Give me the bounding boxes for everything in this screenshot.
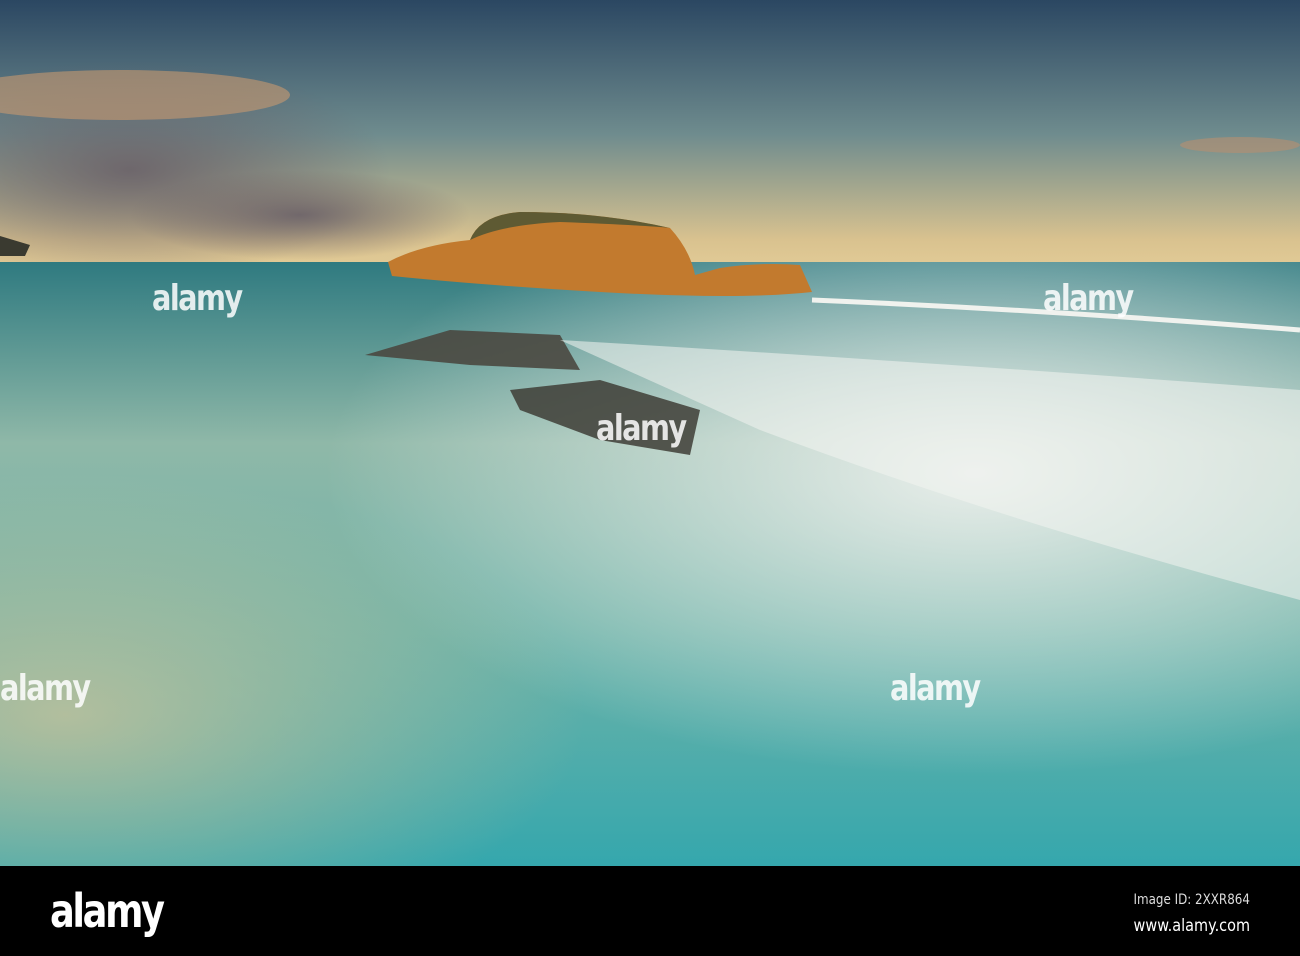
brand-logo: alamy [50,884,165,938]
cloud [130,170,470,260]
watermark: alamy [596,408,687,449]
watermark: alamy [0,668,91,709]
watermark: alamy [1043,278,1134,319]
cloud [1180,137,1300,153]
image-id: Image ID: 2XXR864 [1133,892,1250,908]
watermark: alamy [152,278,243,319]
watermark: alamy [890,668,981,709]
site-url: www.alamy.com [1133,916,1250,936]
footer-bar: alamy Image ID: 2XXR864 www.alamy.com [0,866,1300,956]
